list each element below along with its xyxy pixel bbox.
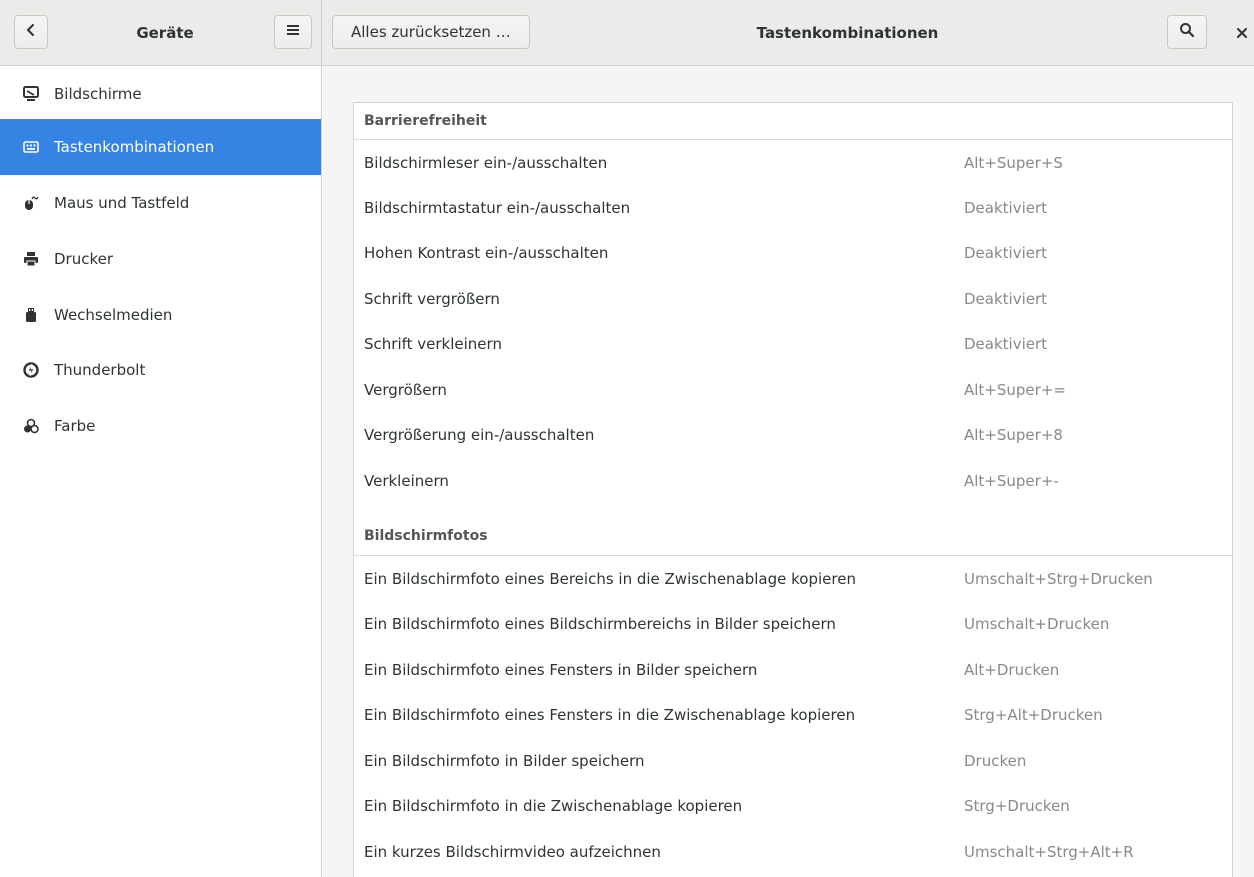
shortcut-row[interactable]: Schrift vergrößern Deaktiviert: [354, 276, 1232, 321]
shortcut-accelerator: Alt+Drucken: [964, 660, 1060, 679]
shortcut-accelerator: Umschalt+Strg+Alt+R: [964, 842, 1134, 861]
menu-button[interactable]: [274, 15, 312, 49]
shortcut-accelerator: Deaktiviert: [964, 289, 1048, 308]
shortcut-label: Vergrößern: [364, 380, 447, 399]
chevron-left-icon: [24, 23, 38, 41]
shortcut-row[interactable]: Schrift verkleinern Deaktiviert: [354, 321, 1232, 366]
shortcut-row[interactable]: Ein Bildschirmfoto in die Zwischenablage…: [354, 783, 1232, 828]
sidebar-item-label: Thunderbolt: [54, 361, 146, 379]
header-left-pane: Geräte: [0, 0, 322, 66]
shortcut-accelerator: Umschalt+Strg+Drucken: [964, 569, 1153, 588]
hamburger-menu-icon: [286, 23, 300, 41]
shortcut-accelerator: Alt+Super+S: [964, 153, 1063, 172]
shortcut-label: Bildschirmleser ein-/ausschalten: [364, 153, 608, 172]
display-icon: [20, 83, 42, 105]
shortcut-accelerator: Umschalt+Drucken: [964, 614, 1110, 633]
shortcut-row[interactable]: Ein Bildschirmfoto eines Bereichs in die…: [354, 556, 1232, 601]
shortcut-label: Vergrößerung ein-/ausschalten: [364, 425, 595, 444]
shortcut-label: Hohen Kontrast ein-/ausschalten: [364, 243, 609, 262]
reset-all-button[interactable]: Alles zurücksetzen …: [332, 15, 530, 49]
close-icon: [1237, 24, 1247, 42]
sidebar-item-label: Farbe: [54, 417, 96, 435]
shortcut-row[interactable]: Vergrößern Alt+Super+=: [354, 367, 1232, 412]
shortcut-row[interactable]: Ein Bildschirmfoto eines Fensters in die…: [354, 692, 1232, 737]
shortcut-label: Ein Bildschirmfoto in Bilder speichern: [364, 751, 645, 770]
shortcut-row[interactable]: Vergrößerung ein-/ausschalten Alt+Super+…: [354, 412, 1232, 457]
shortcut-row[interactable]: Ein Bildschirmfoto eines Fensters in Bil…: [354, 647, 1232, 692]
shortcut-label: Schrift verkleinern: [364, 334, 502, 353]
shortcut-accelerator: Deaktiviert: [964, 243, 1048, 262]
shortcut-accelerator: Alt+Super+=: [964, 380, 1066, 399]
devices-title: Geräte: [136, 24, 194, 42]
shortcut-accelerator: Deaktiviert: [964, 198, 1048, 217]
shortcut-row[interactable]: Ein kurzes Bildschirmvideo aufzeichnen U…: [354, 829, 1232, 874]
shortcuts-content[interactable]: Barrierefreiheit Bildschirmleser ein-/au…: [323, 66, 1254, 877]
shortcut-row[interactable]: Bildschirmleser ein-/ausschalten Alt+Sup…: [354, 140, 1232, 185]
shortcut-row[interactable]: Verkleinern Alt+Super+-: [354, 458, 1232, 503]
section-header-accessibility: Barrierefreiheit: [364, 113, 487, 129]
shortcut-accelerator: Strg+Drucken: [964, 796, 1070, 815]
sidebar-item-label: Bildschirme: [54, 85, 142, 103]
usb-drive-icon: [20, 304, 42, 326]
sidebar-item-displays[interactable]: Bildschirme: [0, 66, 321, 122]
thunderbolt-icon: [20, 359, 42, 381]
shortcut-label: Verkleinern: [364, 471, 449, 490]
header-bar: Geräte Alles zurücksetzen … Tastenkombin…: [0, 0, 1254, 66]
shortcut-accelerator: Alt+Super+8: [964, 425, 1063, 444]
shortcut-label: Bildschirmtastatur ein-/ausschalten: [364, 198, 631, 217]
printer-icon: [20, 248, 42, 270]
shortcut-accelerator: Drucken: [964, 751, 1027, 770]
sidebar-item-label: Tastenkombinationen: [54, 138, 215, 156]
close-button[interactable]: [1232, 23, 1252, 43]
sidebar-item-label: Wechselmedien: [54, 306, 173, 324]
shortcut-accelerator: Strg+Alt+Drucken: [964, 705, 1103, 724]
sidebar: Bildschirme Tastenkombinationen Maus und…: [0, 66, 322, 877]
sidebar-item-mouse-touchpad[interactable]: Maus und Tastfeld: [0, 175, 321, 231]
keyboard-icon: [20, 136, 42, 158]
page-title: Tastenkombinationen: [756, 24, 939, 42]
shortcut-row[interactable]: Ein Bildschirmfoto in Bilder speichern D…: [354, 738, 1232, 783]
sidebar-item-label: Drucker: [54, 250, 114, 268]
back-button[interactable]: [14, 15, 48, 49]
shortcuts-list: Barrierefreiheit Bildschirmleser ein-/au…: [353, 102, 1233, 877]
shortcut-label: Ein Bildschirmfoto eines Fensters in die…: [364, 705, 856, 724]
search-button[interactable]: [1167, 15, 1207, 49]
shortcut-row[interactable]: Hohen Kontrast ein-/ausschalten Deaktivi…: [354, 230, 1232, 275]
mouse-icon: [20, 192, 42, 214]
shortcut-row[interactable]: Ein Bildschirmfoto eines Bildschirmberei…: [354, 601, 1232, 646]
shortcut-label: Schrift vergrößern: [364, 289, 500, 308]
sidebar-item-keyboard-shortcuts[interactable]: Tastenkombinationen: [0, 119, 321, 175]
sidebar-item-removable-media[interactable]: Wechselmedien: [0, 287, 321, 343]
shortcut-label: Ein Bildschirmfoto eines Bildschirmberei…: [364, 614, 836, 633]
shortcut-row[interactable]: Bildschirmtastatur ein-/ausschalten Deak…: [354, 185, 1232, 230]
shortcut-label: Ein kurzes Bildschirmvideo aufzeichnen: [364, 842, 661, 861]
shortcut-label: Ein Bildschirmfoto eines Fensters in Bil…: [364, 660, 758, 679]
shortcut-accelerator: Deaktiviert: [964, 334, 1048, 353]
shortcut-label: Ein Bildschirmfoto in die Zwischenablage…: [364, 796, 743, 815]
shortcut-accelerator: Alt+Super+-: [964, 471, 1059, 490]
shortcut-label: Ein Bildschirmfoto eines Bereichs in die…: [364, 569, 856, 588]
sidebar-item-printers[interactable]: Drucker: [0, 231, 321, 287]
sidebar-item-color[interactable]: Farbe: [0, 398, 321, 454]
sidebar-item-label: Maus und Tastfeld: [54, 194, 190, 212]
color-icon: [20, 415, 42, 437]
sidebar-item-thunderbolt[interactable]: Thunderbolt: [0, 342, 321, 398]
search-icon: [1179, 22, 1195, 42]
section-header-screenshots: Bildschirmfotos: [364, 528, 488, 544]
